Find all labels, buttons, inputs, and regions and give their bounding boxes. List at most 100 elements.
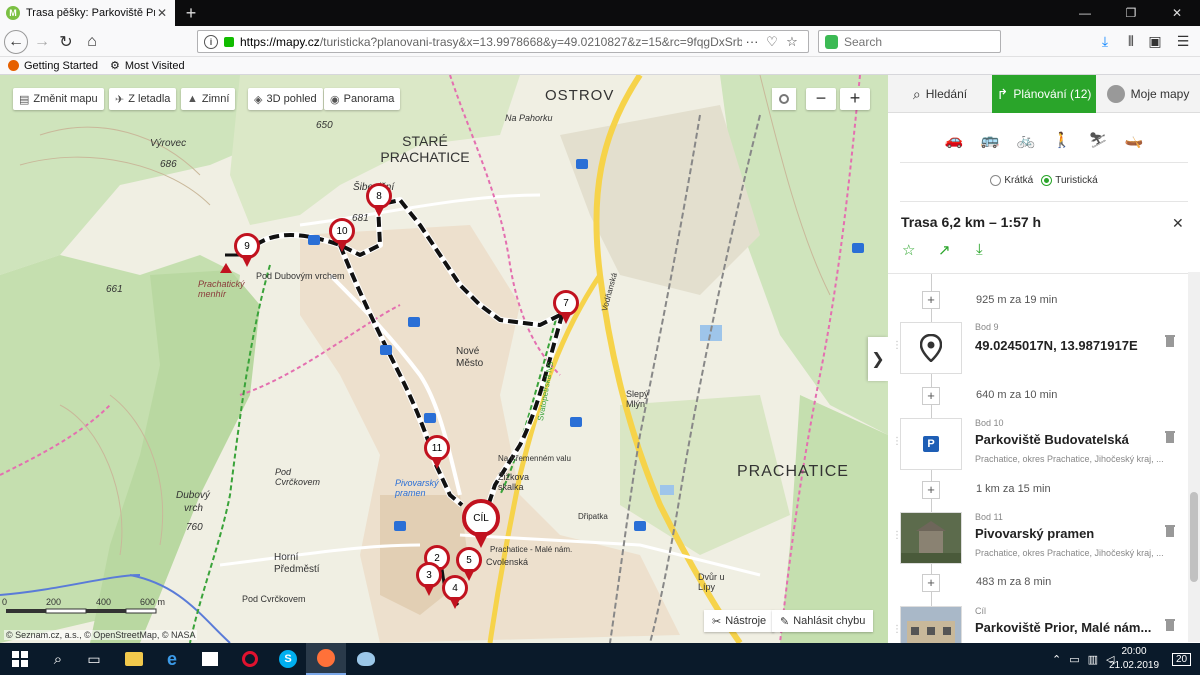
edge-icon[interactable]: e xyxy=(152,643,192,675)
route-point-card[interactable]: ⋮⋮ Bod 9 49.0245017N, 13.9871917E xyxy=(892,322,1188,386)
site-info-icon[interactable]: i xyxy=(204,34,218,49)
browser-tab[interactable]: M Trasa pěšky: Parkoviště Prior, M... ✕ xyxy=(0,0,175,26)
poi-label: Pod Dubovým vrchem xyxy=(256,271,345,281)
add-point-button[interactable]: + xyxy=(922,481,940,499)
close-window-button[interactable]: ✕ xyxy=(1154,0,1200,26)
start-button[interactable] xyxy=(0,643,40,675)
page-actions-icon[interactable]: ··· xyxy=(742,34,762,49)
network-icon[interactable]: ▥ xyxy=(1088,653,1098,666)
tab-my-maps[interactable]: Moje mapy xyxy=(1096,75,1200,113)
route-pin-7[interactable]: 7 xyxy=(553,290,581,326)
winter-button[interactable]: ▲ Zimní xyxy=(181,88,236,110)
side-panel: ⌕ Hledání ↱ Plánování (12) Moje mapy 🚗 🚌 🚲… xyxy=(888,75,1200,643)
back-button[interactable]: ← xyxy=(4,30,28,54)
zoom-in-button[interactable]: + xyxy=(840,88,870,110)
route-point-card[interactable]: ⋮⋮ Cíl Parkoviště Prior, Malé nám... xyxy=(892,606,1188,643)
point-photo xyxy=(900,606,962,643)
ski-icon[interactable]: ⛷ xyxy=(1080,131,1116,155)
firefox-taskbar-icon[interactable] xyxy=(306,643,346,675)
url-bar[interactable]: i https://mapy.cz/turisticka?planovani-t… xyxy=(197,30,809,53)
add-point-button[interactable]: + xyxy=(922,574,940,592)
task-view-icon[interactable]: ▭ xyxy=(74,643,114,675)
area-label: Na Pahorku xyxy=(505,113,553,123)
button-label: Změnit mapu xyxy=(33,93,98,105)
route-pin-finish[interactable]: CÍL xyxy=(462,499,502,551)
minimize-button[interactable]: — xyxy=(1062,0,1108,26)
menu-icon[interactable]: ☰ xyxy=(1172,30,1194,52)
panel-scrollbar[interactable] xyxy=(1188,272,1200,642)
trash-icon[interactable] xyxy=(1164,524,1176,538)
mapy-favicon-icon: M xyxy=(6,6,20,20)
car-icon[interactable]: 🚗 xyxy=(936,131,972,155)
bookmark-star-icon[interactable]: ☆ xyxy=(782,34,802,50)
3d-view-button[interactable]: ◈ 3D pohled xyxy=(248,88,323,110)
reload-button[interactable]: ↻ xyxy=(54,30,78,54)
store-icon[interactable] xyxy=(190,643,230,675)
chevron-up-icon[interactable]: ⌃ xyxy=(1052,653,1061,666)
maximize-button[interactable]: ❐ xyxy=(1108,0,1154,26)
tools-button[interactable]: ✂ Nástroje xyxy=(704,610,775,632)
library-icon[interactable]: ⫴ xyxy=(1120,30,1142,52)
close-tab-icon[interactable]: ✕ xyxy=(155,6,169,20)
forward-button[interactable]: → xyxy=(30,30,54,54)
route-point-card[interactable]: ⋮⋮ Bod 11 Pivovarský pramen Prachatice, … xyxy=(892,512,1188,576)
scale-label: 0 xyxy=(2,597,8,607)
route-pin-4[interactable]: 4 xyxy=(442,575,470,611)
skype-icon[interactable]: S xyxy=(268,643,308,675)
search-input[interactable] xyxy=(844,34,994,49)
zoom-out-button[interactable]: − xyxy=(806,88,836,110)
pencil-icon: ✎ xyxy=(780,615,790,628)
bike-icon[interactable]: 🚲 xyxy=(1008,131,1044,155)
tab-planning[interactable]: ↱ Plánování (12) xyxy=(992,75,1096,113)
aerial-button[interactable]: ✈ Z letadla xyxy=(109,88,177,110)
downloads-icon[interactable]: ⤓ xyxy=(1094,30,1116,52)
home-button[interactable]: ⌂ xyxy=(80,30,104,54)
trash-icon[interactable] xyxy=(1164,618,1176,632)
new-tab-button[interactable]: + xyxy=(180,2,202,24)
trash-icon[interactable] xyxy=(1164,430,1176,444)
scrollbar-thumb[interactable] xyxy=(1190,492,1198,582)
segment-info: 925 m za 19 min xyxy=(976,294,1058,306)
divider xyxy=(900,162,1188,163)
paint-icon[interactable] xyxy=(346,643,386,675)
share-icon[interactable]: ↗ xyxy=(938,241,951,259)
clock[interactable]: 20:00 21.02.2019 xyxy=(1104,645,1164,673)
bus-icon[interactable]: 🚌 xyxy=(972,131,1008,155)
star-icon[interactable]: ☆ xyxy=(902,241,915,259)
route-pin-8[interactable]: 8 xyxy=(366,183,394,219)
bookmark-getting-started[interactable]: Getting Started xyxy=(8,60,98,72)
point-label: Bod 10 xyxy=(975,418,1004,428)
notifications-button[interactable]: 20 xyxy=(1172,643,1192,675)
report-error-button[interactable]: ✎ Nahlásit chybu xyxy=(772,610,874,632)
search-box[interactable] xyxy=(818,30,1001,53)
bookmark-most-visited[interactable]: ⚙ Most Visited xyxy=(110,59,185,73)
sidebar-icon[interactable]: ▣ xyxy=(1144,30,1166,52)
download-icon[interactable]: ⤓ xyxy=(976,241,983,258)
route-type-tourist[interactable]: Turistická xyxy=(1041,175,1098,186)
plane-icon: ✈ xyxy=(115,93,125,106)
opera-icon[interactable] xyxy=(230,643,270,675)
change-map-button[interactable]: ▤ Změnit mapu xyxy=(13,88,104,110)
route-type-short[interactable]: Krátká xyxy=(990,175,1033,186)
boat-icon[interactable]: 🛶 xyxy=(1116,131,1152,155)
trash-icon[interactable] xyxy=(1164,334,1176,348)
file-explorer-icon[interactable] xyxy=(114,643,154,675)
add-point-button[interactable]: + xyxy=(922,291,940,309)
location-pin-icon xyxy=(920,334,942,362)
route-pin-11[interactable]: 11 xyxy=(424,435,452,471)
route-pin-3[interactable]: 3 xyxy=(416,562,444,598)
close-icon[interactable]: ✕ xyxy=(1172,215,1184,232)
route-pin-10[interactable]: 10 xyxy=(329,218,357,254)
pocket-icon[interactable]: ♡ xyxy=(762,34,782,50)
add-point-button[interactable]: + xyxy=(922,387,940,405)
route-pin-9[interactable]: 9 xyxy=(234,233,262,269)
panorama-button[interactable]: ◉ Panorama xyxy=(324,88,401,110)
geolocation-button[interactable] xyxy=(772,88,796,110)
map-view[interactable]: ▤ Změnit mapu ✈ Z letadla ▲ Zimní ◈ 3D pohle… xyxy=(0,75,888,643)
search-taskbar-icon[interactable]: ⌕ xyxy=(38,643,78,675)
tab-search[interactable]: ⌕ Hledání xyxy=(888,75,992,113)
walk-icon[interactable]: 🚶 xyxy=(1044,131,1080,155)
route-point-card[interactable]: ⋮⋮ P Bod 10 Parkoviště Budovatelská Prac… xyxy=(892,418,1188,482)
collapse-panel-button[interactable]: ❯ xyxy=(868,337,888,381)
battery-icon[interactable]: ▭ xyxy=(1069,653,1079,666)
